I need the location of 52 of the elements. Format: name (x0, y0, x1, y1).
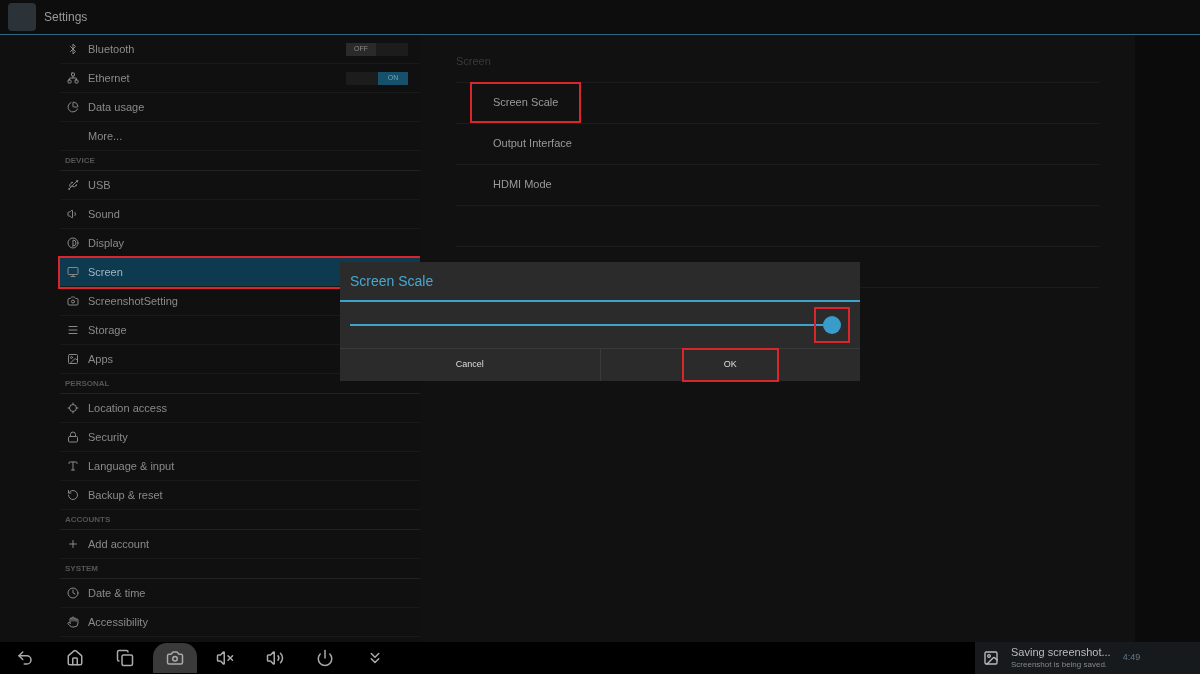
notification-text: Screenshot is being saved. (1011, 659, 1109, 670)
sidebar-item[interactable]: Location access (60, 394, 420, 423)
recents-icon (116, 649, 134, 667)
sidebar-item[interactable]: Security (60, 423, 420, 452)
bluetooth-icon (67, 43, 79, 55)
detail-item[interactable]: Screen Scale (472, 84, 580, 121)
window-title: Settings (44, 9, 88, 26)
hand-icon (67, 616, 79, 628)
notification-title: Saving screenshot... (1011, 646, 1111, 660)
clock-text: 4:49 (1122, 651, 1141, 665)
image-icon (67, 353, 79, 365)
camera-button[interactable] (153, 643, 197, 673)
sidebar-item[interactable]: Add account (60, 530, 420, 559)
plus-icon (67, 538, 79, 550)
camera-icon (67, 295, 79, 307)
camera-icon (166, 649, 184, 667)
back-icon (16, 649, 34, 667)
detail-item[interactable]: Output Interface (472, 125, 593, 162)
crosshair-icon (67, 402, 79, 414)
power-icon (316, 649, 334, 667)
slider-thumb[interactable] (814, 307, 850, 343)
section-header: ACCOUNTS (60, 510, 420, 530)
pie-chart-icon (67, 101, 79, 113)
network-icon (67, 72, 79, 84)
sidebar-item[interactable]: Backup & reset (60, 481, 420, 510)
volume-up-icon (266, 649, 284, 667)
sidebar-item[interactable]: USB (60, 171, 420, 200)
usb-icon (67, 179, 79, 191)
detail-item[interactable]: HDMI Mode (472, 166, 573, 203)
letter-key-icon (67, 460, 79, 472)
speaker-icon (67, 208, 79, 220)
notification[interactable]: Saving screenshot... Screenshot is being saved. 4:49 (975, 642, 1200, 674)
section-header: DEVICE (60, 151, 420, 171)
image-icon (983, 650, 999, 666)
sidebar-item[interactable]: Data usage (60, 93, 420, 122)
sidebar-item[interactable]: Language & input (60, 452, 420, 481)
volume-down-icon (216, 649, 234, 667)
app-icon (8, 3, 36, 31)
clock-icon (67, 587, 79, 599)
lock-icon (67, 431, 79, 443)
home-icon (66, 649, 84, 667)
sidebar-item[interactable]: More... (60, 122, 420, 151)
list-icon (67, 324, 79, 336)
contrast-icon (67, 237, 79, 249)
slider[interactable] (350, 307, 850, 343)
sidebar-item[interactable]: Date & time (60, 579, 420, 608)
reset-icon (67, 489, 79, 501)
dialog-button[interactable]: OK (683, 350, 777, 380)
sidebar-item[interactable]: Sound (60, 200, 420, 229)
sidebar-item[interactable]: Accessibility (60, 608, 420, 637)
section-header: SYSTEM (60, 559, 420, 579)
monitor-icon (67, 266, 79, 278)
